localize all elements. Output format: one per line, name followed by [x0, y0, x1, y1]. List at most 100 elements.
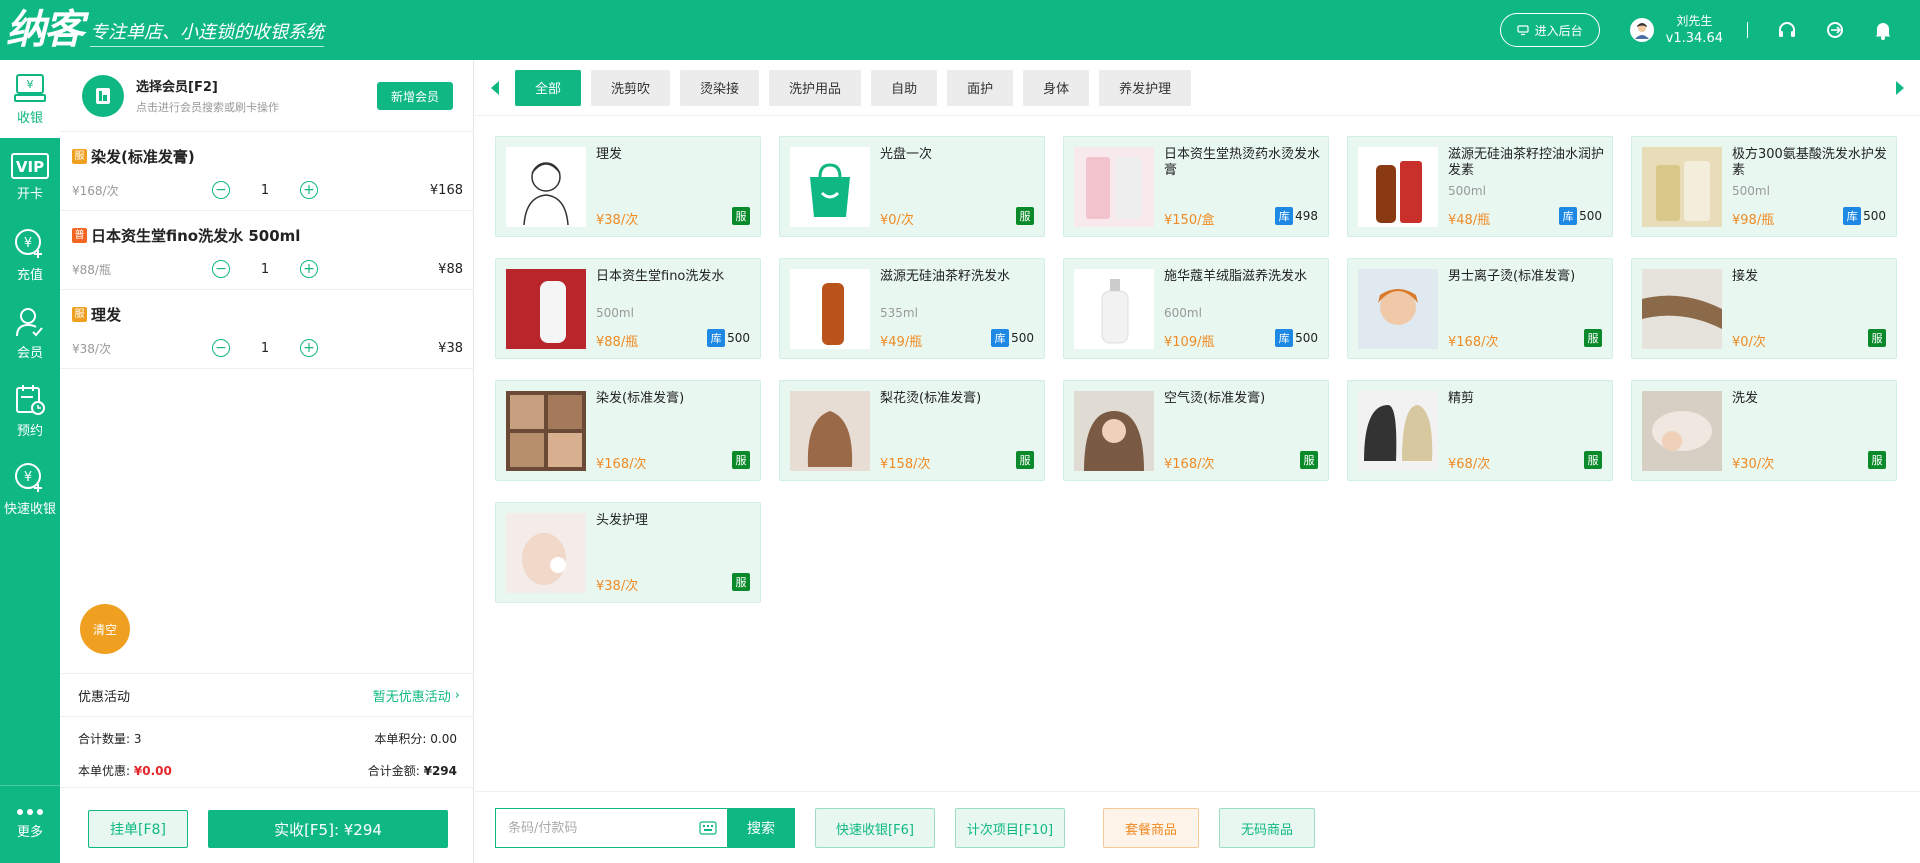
decrease-qty-button[interactable]: − [212, 260, 230, 278]
product-name: 施华蔻羊绒脂滋养洗发水 [1164, 269, 1308, 284]
count-value: 3 [133, 732, 142, 746]
new-member-button[interactable]: 新增会员 [376, 82, 453, 110]
product-card[interactable]: 梨花烫(标准发膏) ¥158/次 服 [779, 380, 1045, 481]
product-card[interactable]: 精剪 ¥68/次 服 [1347, 380, 1613, 481]
nav-item-quick-cash[interactable]: ¥ 快速收银 [0, 450, 60, 528]
product-price: ¥168/次 [1164, 457, 1215, 472]
stock-count: 500 [1011, 331, 1034, 345]
cart-item[interactable]: 服染发(标准发膏) ¥168/次 − 1 + ¥168 [60, 132, 473, 211]
decrease-qty-button[interactable]: − [212, 181, 230, 199]
service-badge: 服 [732, 573, 750, 591]
nav-item-cashier[interactable]: ¥ 收银 [0, 60, 60, 138]
stock-count: 500 [1863, 209, 1886, 223]
product-card[interactable]: 男士离子烫(标准发膏) ¥168/次 服 [1347, 258, 1613, 359]
app-logo: 纳客 [6, 6, 84, 53]
product-image [1074, 391, 1154, 471]
promotion-value[interactable]: 暂无优惠活动 [373, 686, 451, 705]
notification-button[interactable] [1872, 19, 1894, 41]
increase-qty-button[interactable]: + [300, 339, 318, 357]
enter-backend-button[interactable]: 进入后台 [1499, 13, 1600, 47]
nav-more-button[interactable]: 更多 [0, 785, 60, 863]
cart-item-qty[interactable]: 1 [230, 341, 300, 356]
barcode-input[interactable] [508, 820, 678, 836]
product-card[interactable]: 日本资生堂fino洗发水 500ml ¥88/瓶 库 500 [495, 258, 761, 359]
product-card[interactable]: 头发护理 ¥38/次 服 [495, 502, 761, 603]
stock-count: 498 [1295, 209, 1318, 223]
package-goods-button[interactable]: 套餐商品 [1103, 808, 1199, 848]
no-barcode-goods-button[interactable]: 无码商品 [1219, 808, 1315, 848]
promotion-label: 优惠活动 [78, 689, 131, 705]
select-member-bar[interactable]: 选择会员[F2] 点击进行会员搜索或刷卡操作 新增会员 [60, 60, 473, 132]
product-price: ¥168/次 [596, 457, 647, 472]
cart-item-name: 理发 [91, 306, 122, 324]
search-button[interactable]: 搜索 [727, 808, 795, 848]
cart-panel: 选择会员[F2] 点击进行会员搜索或刷卡操作 新增会员 服染发(标准发膏) ¥1… [60, 60, 474, 863]
category-tab[interactable]: 面护 [947, 69, 1014, 106]
stock-badge: 库 [1843, 207, 1862, 225]
product-price: ¥38/次 [596, 579, 639, 594]
nav-item-open-card[interactable]: VIP 开卡 [0, 138, 60, 216]
increase-qty-button[interactable]: + [300, 260, 318, 278]
support-headset-button[interactable] [1776, 19, 1798, 41]
hang-order-button[interactable]: 挂单[F8] [88, 810, 188, 848]
product-card[interactable]: 接发 ¥0/次 服 [1631, 258, 1897, 359]
service-tag: 服 [72, 307, 87, 322]
category-tab[interactable]: 洗剪吹 [591, 69, 671, 106]
cart-item-price: ¥38/次 [72, 341, 111, 356]
checkout-button[interactable]: 实收[F5]: ¥294 [208, 810, 448, 848]
product-name: 头发护理 [596, 513, 649, 528]
nav-item-appointment[interactable]: 预约 [0, 372, 60, 450]
product-card[interactable]: 洗发 ¥30/次 服 [1631, 380, 1897, 481]
product-name: 精剪 [1448, 391, 1475, 406]
product-badge: 服 [1016, 451, 1034, 469]
product-card[interactable]: 空气烫(标准发膏) ¥168/次 服 [1063, 380, 1329, 481]
product-badge: 服 [1868, 451, 1886, 469]
product-card[interactable]: 染发(标准发膏) ¥168/次 服 [495, 380, 761, 481]
product-card[interactable]: 极方300氨基酸洗发水护发素 500ml ¥98/瓶 库 500 [1631, 136, 1897, 237]
service-tag: 服 [72, 149, 87, 164]
count-item-button[interactable]: 计次项目[F10] [955, 808, 1065, 848]
product-card[interactable]: 理发 ¥38/次 服 [495, 136, 761, 237]
cart-item[interactable]: 服理发 ¥38/次 − 1 + ¥38 [60, 290, 473, 369]
product-name: 空气烫(标准发膏) [1164, 391, 1266, 406]
user-avatar[interactable] [1629, 18, 1654, 42]
category-tab[interactable]: 养发护理 [1099, 69, 1192, 106]
svg-text:VIP: VIP [16, 158, 44, 176]
product-card[interactable]: 施华蔻羊绒脂滋养洗发水 600ml ¥109/瓶 库 500 [1063, 258, 1329, 359]
refresh-button[interactable] [1824, 19, 1846, 41]
product-image [1358, 269, 1438, 349]
scroll-left-arrow-icon[interactable] [491, 80, 499, 95]
product-price: ¥68/次 [1448, 457, 1491, 472]
service-badge: 服 [1016, 207, 1034, 225]
product-image [506, 269, 586, 349]
product-card[interactable]: 滋源无硅油茶籽洗发水 535ml ¥49/瓶 库 500 [779, 258, 1045, 359]
cart-item[interactable]: 普日本资生堂fino洗发水 500ml ¥88/瓶 − 1 + ¥88 [60, 211, 473, 290]
nav-item-recharge[interactable]: ¥ 充值 [0, 216, 60, 294]
clear-cart-button[interactable]: 清空 [80, 604, 130, 654]
category-tab[interactable]: 烫染接 [680, 69, 760, 106]
summary-row-2: 本单优惠: ¥0.00 合计金额: ¥294 [78, 762, 457, 782]
barcode-search-box [495, 808, 727, 848]
scroll-right-arrow-icon[interactable] [1896, 81, 1904, 95]
nav-item-member[interactable]: 会员 [0, 294, 60, 372]
left-nav: ¥ 收银 VIP 开卡 ¥ 充值 会员 预约 ¥ 快速收银 更多 [0, 60, 60, 863]
category-tab[interactable]: 身体 [1023, 69, 1090, 106]
category-tab[interactable]: 洗护用品 [769, 69, 862, 106]
cart-item-qty[interactable]: 1 [230, 183, 300, 198]
increase-qty-button[interactable]: + [300, 181, 318, 199]
category-tab[interactable]: 自助 [871, 69, 938, 106]
decrease-qty-button[interactable]: − [212, 339, 230, 357]
product-badge: 服 [1584, 329, 1602, 347]
quick-cash-button[interactable]: 快速收银[F6] [815, 808, 935, 848]
points-value: 0.00 [430, 732, 457, 746]
product-card[interactable]: 滋源无硅油茶籽控油水润护发素 500ml ¥48/瓶 库 500 [1347, 136, 1613, 237]
product-price: ¥88/瓶 [596, 335, 639, 350]
product-badge: 服 [732, 451, 750, 469]
keyboard-icon[interactable] [699, 821, 717, 835]
promotion-row[interactable]: 优惠活动 暂无优惠活动 › [60, 673, 474, 717]
category-tab-all[interactable]: 全部 [515, 69, 582, 106]
product-spec: 500ml [1448, 184, 1486, 198]
product-card[interactable]: 日本资生堂热烫药水烫发水膏 ¥150/盒 库 498 [1063, 136, 1329, 237]
product-card[interactable]: 光盘一次 ¥0/次 服 [779, 136, 1045, 237]
cart-item-qty[interactable]: 1 [230, 262, 300, 277]
